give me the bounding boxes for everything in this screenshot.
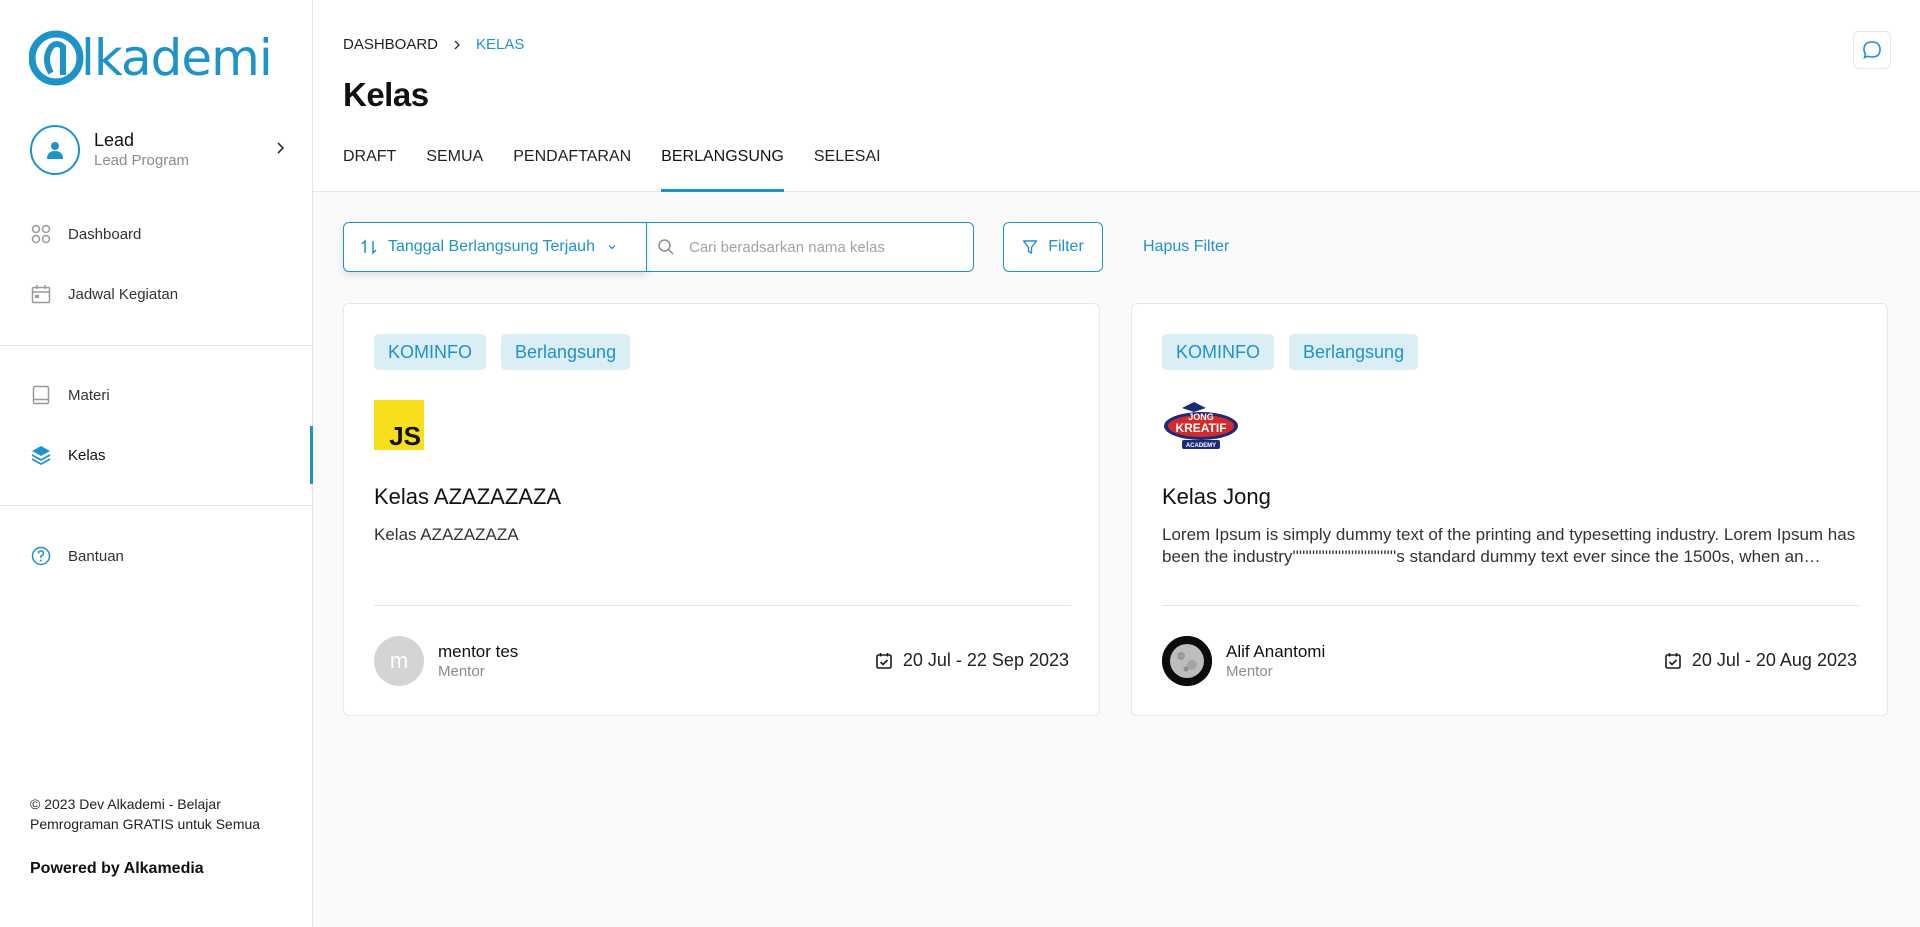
class-dates: 20 Jul - 22 Sep 2023 [875,650,1069,671]
sort-dropdown[interactable]: Tanggal Berlangsung Terjauh [343,222,647,272]
sort-icon [361,239,377,255]
user-icon [47,142,63,159]
filter-button-label: Filter [1048,238,1084,255]
sidebar-item-jadwal-kegiatan[interactable]: Jadwal Kegiatan [0,271,313,317]
breadcrumb: DASHBOARD KELAS [343,36,524,53]
search-icon [658,239,674,255]
class-description: Kelas AZAZAZAZA [374,525,519,544]
tab-draft[interactable]: DRAFT [343,146,396,192]
organizer-tag: KOMINFO [374,334,486,370]
calendar-check-icon [875,652,893,670]
chevron-right-icon [452,39,462,51]
mentor-role: Mentor [1226,663,1273,680]
sidebar-item-materi[interactable]: Materi [0,372,313,418]
card-divider [374,605,1071,606]
sidebar-divider [0,505,313,506]
logo-mark-icon [29,30,84,86]
sidebar-divider [0,345,313,346]
search-input[interactable] [689,238,959,256]
filter-icon [1023,240,1038,254]
jong-kreatif-logo: JONG KREATIF ACADEMY [1164,402,1238,449]
mentor-info: Alif Anantomi Mentor [1162,636,1325,686]
card-tags: KOMINFO Berlangsung [374,334,645,370]
footer-powered-by: Powered by Alkamedia [30,860,204,877]
filter-button[interactable]: Filter [1003,222,1103,272]
page-header: DASHBOARD KELAS Kelas DRAFT SEMUA PENDAF… [313,0,1920,192]
sort-dropdown-label: Tanggal Berlangsung Terjauh [388,238,595,255]
status-badge: Berlangsung [501,334,631,370]
status-badge: Berlangsung [1289,334,1419,370]
organizer-tag: KOMINFO [1162,334,1274,370]
search-box [647,222,974,272]
class-title: Kelas AZAZAZAZA [374,484,562,509]
breadcrumb-dashboard-link[interactable]: DASHBOARD [343,36,438,53]
moon-photo-icon [1162,636,1212,686]
chevron-right-icon [277,142,285,154]
footer-copyright: © 2023 Dev Alkademi - Belajar Pemrograma… [30,796,261,832]
book-icon [30,384,52,406]
svg-text:KREATIF: KREATIF [1175,421,1226,435]
card-divider [1162,605,1859,606]
clear-filter-link[interactable]: Hapus Filter [1143,238,1229,256]
mentor-role: Mentor [438,663,485,680]
calendar-icon [30,283,52,305]
tab-semua[interactable]: SEMUA [426,146,483,192]
mentor-name: mentor tes [438,642,519,661]
class-dates: 20 Jul - 20 Aug 2023 [1664,650,1857,671]
sidebar-item-label: Bantuan [68,547,124,565]
sidebar-item-kelas[interactable]: Kelas [0,426,313,484]
sidebar-item-label: Dashboard [68,225,142,243]
sidebar-item-label: Jadwal Kegiatan [68,285,179,303]
profile-name: Lead [94,130,135,150]
profile-switcher[interactable]: Lead Lead Program [30,124,286,176]
class-thumbnail: JONG KREATIF ACADEMY [1162,400,1240,452]
class-title: Kelas Jong [1162,484,1271,509]
main-content: DASHBOARD KELAS Kelas DRAFT SEMUA PENDAF… [313,0,1920,927]
date-range: 20 Jul - 22 Sep 2023 [902,650,1069,670]
tab-berlangsung[interactable]: BERLANGSUNG [661,146,784,192]
chat-icon [1863,41,1881,59]
profile-role: Lead Program [94,152,190,169]
class-card[interactable]: KOMINFO Berlangsung JONG KREATIF ACADEMY… [1131,303,1888,716]
tab-pendaftaran[interactable]: PENDAFTARAN [513,146,631,192]
tab-selesai[interactable]: SELESAI [814,146,881,192]
avatar [30,125,80,175]
sidebar-item-bantuan[interactable]: Bantuan [0,533,313,579]
breadcrumb-current: KELAS [476,36,525,53]
chat-button[interactable] [1853,31,1891,69]
mentor-avatar: m [374,636,424,686]
sidebar-item-dashboard[interactable]: Dashboard [0,211,313,257]
mentor-name: Alif Anantomi [1226,642,1326,661]
date-range: 20 Jul - 20 Aug 2023 [1691,650,1857,670]
sidebar-item-label: Kelas [68,446,106,464]
card-tags: KOMINFO Berlangsung [1162,334,1433,370]
layers-icon [30,444,52,466]
class-card[interactable]: KOMINFO Berlangsung JS Kelas AZAZAZAZA K… [343,303,1100,716]
mentor-avatar [1162,636,1212,686]
js-logo-text: JS [389,421,421,450]
page-title: Kelas [343,76,429,113]
class-description: Lorem Ipsum is simply dummy text of the … [1162,525,1856,566]
sidebar-item-label: Materi [68,386,110,404]
status-tabs: DRAFT SEMUA PENDAFTARAN BERLANGSUNG SELE… [343,146,911,192]
mentor-initial: m [389,648,409,673]
logo-text: lkademi [81,29,273,87]
grid-icon [30,223,52,245]
alkademi-logo[interactable]: lkademi [29,28,273,88]
class-thumbnail: JS [374,400,424,452]
mentor-info: m mentor tes Mentor [374,636,518,686]
help-icon [30,545,52,567]
svg-text:ACADEMY: ACADEMY [1186,443,1216,449]
sidebar: lkademi Lead Lead Program Dashboard Jadw… [0,0,313,927]
calendar-check-icon [1664,652,1682,670]
chevron-down-icon [607,242,617,252]
